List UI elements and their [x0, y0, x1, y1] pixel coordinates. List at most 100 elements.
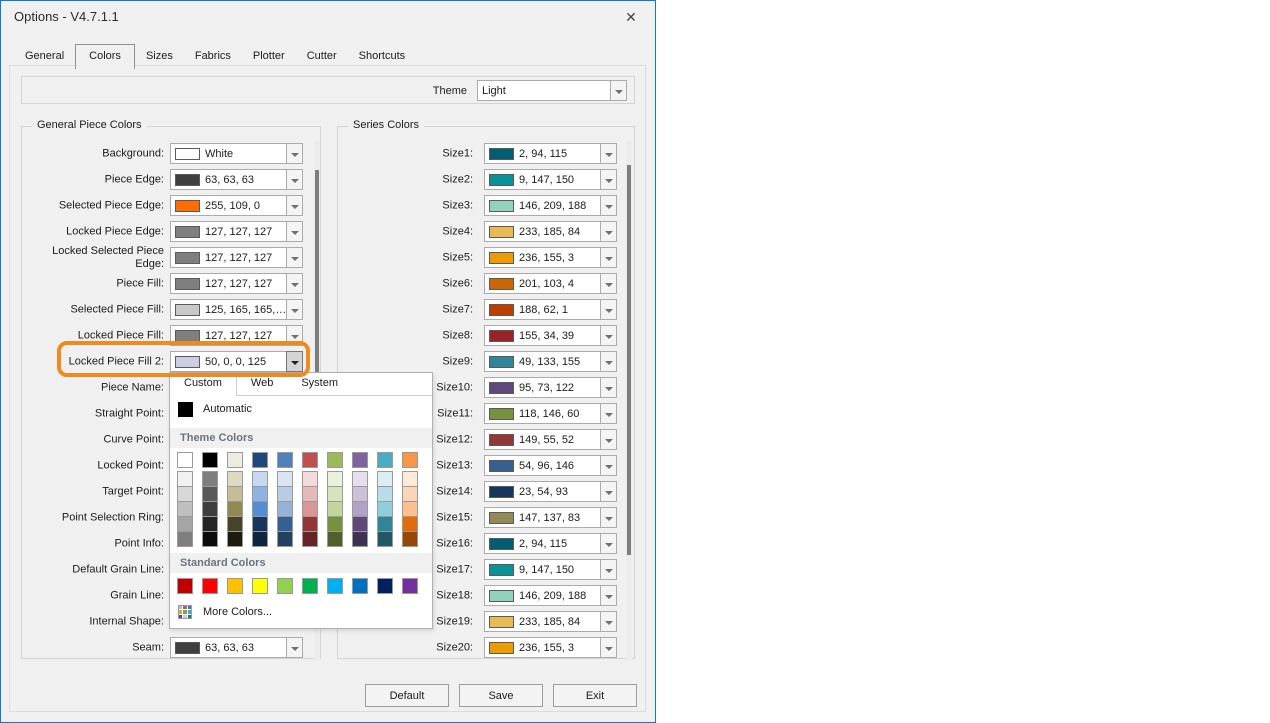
- color-cell[interactable]: [227, 471, 243, 487]
- dropdown-button[interactable]: [610, 80, 627, 101]
- dropdown-button[interactable]: [286, 169, 303, 190]
- color-cell[interactable]: [352, 531, 368, 547]
- color-cell[interactable]: [377, 501, 393, 517]
- color-cell[interactable]: [327, 452, 343, 468]
- color-cell[interactable]: [227, 531, 243, 547]
- color-dropdown-field[interactable]: 149, 55, 52: [484, 429, 601, 450]
- dropdown-button[interactable]: [600, 221, 617, 242]
- color-cell[interactable]: [277, 471, 293, 487]
- color-cell[interactable]: [252, 486, 268, 502]
- dropdown-button[interactable]: [286, 637, 303, 658]
- general-color-dropdown[interactable]: 63, 63, 63: [170, 637, 303, 658]
- series-color-dropdown[interactable]: 54, 96, 146: [484, 455, 617, 476]
- color-cell[interactable]: [277, 501, 293, 517]
- dropdown-button[interactable]: [600, 195, 617, 216]
- tab-general[interactable]: General: [14, 46, 75, 68]
- dropdown-button[interactable]: [600, 481, 617, 502]
- color-cell[interactable]: [302, 531, 318, 547]
- color-cell[interactable]: [352, 501, 368, 517]
- color-dropdown-field[interactable]: 63, 63, 63: [170, 169, 287, 190]
- color-cell[interactable]: [402, 501, 418, 517]
- save-button[interactable]: Save: [459, 684, 543, 707]
- color-dropdown-field[interactable]: 9, 147, 150: [484, 169, 601, 190]
- dropdown-button[interactable]: [600, 169, 617, 190]
- color-cell[interactable]: [177, 486, 193, 502]
- color-cell[interactable]: [277, 531, 293, 547]
- dropdown-button[interactable]: [600, 377, 617, 398]
- color-dropdown-field[interactable]: 127, 127, 127: [170, 221, 287, 242]
- color-cell[interactable]: [252, 452, 268, 468]
- color-cell[interactable]: [202, 516, 218, 532]
- color-dropdown-field[interactable]: 233, 185, 84: [484, 611, 601, 632]
- color-dropdown-field[interactable]: 127, 127, 127: [170, 273, 287, 294]
- color-dropdown-field[interactable]: White: [170, 143, 287, 164]
- color-cell[interactable]: [252, 501, 268, 517]
- color-dropdown-field[interactable]: 9, 147, 150: [484, 559, 601, 580]
- color-cell[interactable]: [352, 578, 368, 594]
- tab-colors[interactable]: Colors: [75, 44, 135, 69]
- series-color-dropdown[interactable]: 23, 54, 93: [484, 481, 617, 502]
- series-color-dropdown[interactable]: 146, 209, 188: [484, 195, 617, 216]
- dropdown-button[interactable]: [600, 429, 617, 450]
- series-color-dropdown[interactable]: 147, 137, 83: [484, 507, 617, 528]
- color-cell[interactable]: [302, 452, 318, 468]
- color-cell[interactable]: [177, 471, 193, 487]
- color-cell[interactable]: [327, 471, 343, 487]
- general-color-dropdown[interactable]: 255, 109, 0: [170, 195, 303, 216]
- color-dropdown-field[interactable]: 236, 155, 3: [484, 637, 601, 658]
- color-dropdown-field[interactable]: 2, 94, 115: [484, 533, 601, 554]
- series-color-dropdown[interactable]: 233, 185, 84: [484, 611, 617, 632]
- series-color-dropdown[interactable]: 201, 103, 4: [484, 273, 617, 294]
- tab-cutter[interactable]: Cutter: [296, 46, 348, 68]
- color-cell[interactable]: [177, 501, 193, 517]
- color-cell[interactable]: [377, 516, 393, 532]
- color-dropdown-field[interactable]: 118, 146, 60: [484, 403, 601, 424]
- color-cell[interactable]: [327, 501, 343, 517]
- color-cell[interactable]: [402, 452, 418, 468]
- color-cell[interactable]: [252, 531, 268, 547]
- dropdown-button[interactable]: [600, 507, 617, 528]
- dropdown-button[interactable]: [286, 143, 303, 164]
- color-dropdown-field[interactable]: 146, 209, 188: [484, 585, 601, 606]
- color-dropdown-field[interactable]: 201, 103, 4: [484, 273, 601, 294]
- exit-button[interactable]: Exit: [553, 684, 637, 707]
- color-dropdown-field[interactable]: 127, 127, 127: [170, 247, 287, 268]
- color-cell[interactable]: [177, 516, 193, 532]
- series-color-dropdown[interactable]: 236, 155, 3: [484, 247, 617, 268]
- tab-plotter[interactable]: Plotter: [242, 46, 296, 68]
- dropdown-button[interactable]: [600, 325, 617, 346]
- color-cell[interactable]: [377, 452, 393, 468]
- series-color-dropdown[interactable]: 146, 209, 188: [484, 585, 617, 606]
- color-cell[interactable]: [327, 578, 343, 594]
- dropdown-button[interactable]: [600, 247, 617, 268]
- color-dropdown-field[interactable]: 49, 133, 155: [484, 351, 601, 372]
- color-cell[interactable]: [277, 486, 293, 502]
- dropdown-button[interactable]: [600, 533, 617, 554]
- color-dropdown-field[interactable]: 236, 155, 3: [484, 247, 601, 268]
- color-cell[interactable]: [377, 486, 393, 502]
- color-cell[interactable]: [277, 516, 293, 532]
- color-cell[interactable]: [227, 501, 243, 517]
- tab-shortcuts[interactable]: Shortcuts: [348, 46, 416, 68]
- general-color-dropdown[interactable]: 63, 63, 63: [170, 169, 303, 190]
- color-cell[interactable]: [252, 578, 268, 594]
- color-cell[interactable]: [302, 471, 318, 487]
- color-cell[interactable]: [402, 531, 418, 547]
- color-cell[interactable]: [377, 578, 393, 594]
- color-cell[interactable]: [352, 516, 368, 532]
- color-cell[interactable]: [402, 486, 418, 502]
- series-color-dropdown[interactable]: 9, 147, 150: [484, 169, 617, 190]
- dropdown-button[interactable]: [600, 273, 617, 294]
- tab-fabrics[interactable]: Fabrics: [184, 46, 242, 68]
- color-dropdown-field[interactable]: 188, 62, 1: [484, 299, 601, 320]
- series-color-dropdown[interactable]: 95, 73, 122: [484, 377, 617, 398]
- dropdown-button[interactable]: [600, 403, 617, 424]
- color-dropdown-field[interactable]: 23, 54, 93: [484, 481, 601, 502]
- color-dropdown-field[interactable]: 63, 63, 63: [170, 637, 287, 658]
- series-color-dropdown[interactable]: 233, 185, 84: [484, 221, 617, 242]
- series-color-dropdown[interactable]: 9, 147, 150: [484, 559, 617, 580]
- more-colors-item[interactable]: More Colors...: [170, 599, 272, 625]
- color-cell[interactable]: [402, 578, 418, 594]
- color-cell[interactable]: [402, 516, 418, 532]
- theme-dropdown-field[interactable]: Light: [477, 80, 611, 101]
